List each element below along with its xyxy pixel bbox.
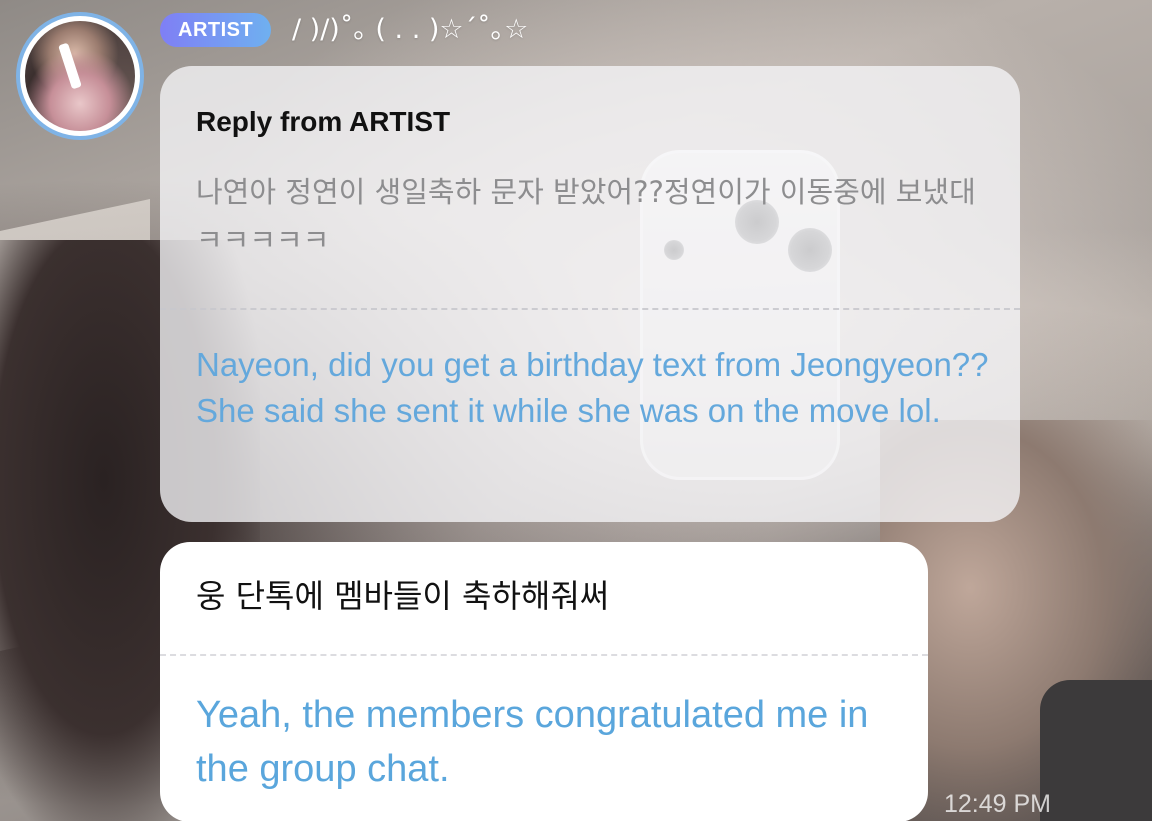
artist-name[interactable]: / )/)˚｡ ( . . )☆´˚｡☆ [292, 12, 528, 48]
reply-original-text: 나연아 정연이 생일축하 문자 받았어??정연이가 이동중에 보냈대ㅋㅋㅋㅋㅋ [196, 175, 976, 257]
reply-bubble[interactable]: Reply from ARTIST 나연아 정연이 생일축하 문자 받았어??정… [160, 66, 1020, 522]
message-timestamp: 12:49 PM [944, 790, 1052, 818]
message-translation-text: Yeah, the members congratulated me in th… [196, 694, 869, 790]
reply-translation-text: Nayeon, did you get a birthday text from… [196, 346, 989, 429]
avatar-image [25, 21, 135, 131]
chat-screen: ARTIST / )/)˚｡ ( . . )☆´˚｡☆ Reply from A… [0, 0, 1152, 821]
reply-divider [160, 308, 1020, 310]
avatar-candle-shape [58, 42, 82, 90]
message-divider [160, 654, 928, 656]
reply-title: Reply from ARTIST [196, 106, 451, 137]
artist-badge: ARTIST [160, 13, 272, 47]
artist-avatar[interactable] [16, 12, 144, 140]
background-photo-sleeve [1040, 680, 1152, 821]
message-original-text: 웅 단톡에 멤바들이 축하해줘써 [196, 577, 610, 615]
message-bubble[interactable]: 웅 단톡에 멤바들이 축하해줘써 Yeah, the members congr… [160, 542, 928, 821]
